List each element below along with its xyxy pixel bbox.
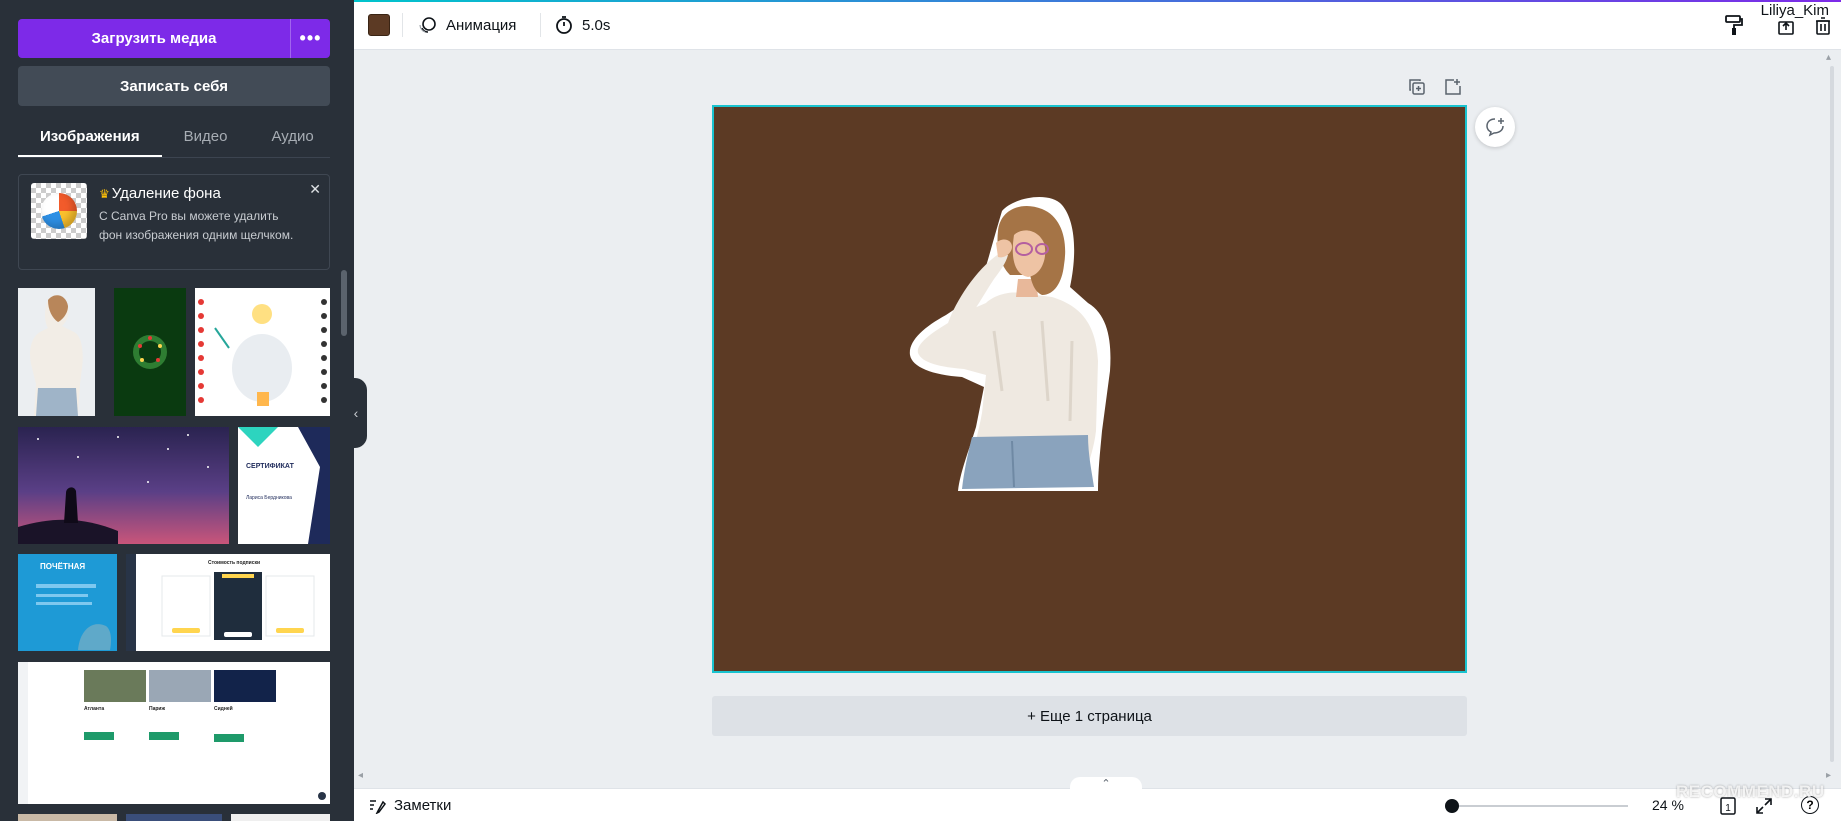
animation-button[interactable]: Анимация — [418, 13, 516, 37]
thumbnail-partial-2[interactable] — [126, 814, 222, 821]
side-panel-scrollbar[interactable] — [341, 270, 347, 336]
design-page[interactable] — [712, 105, 1467, 673]
duplicate-page-icon[interactable] — [1408, 78, 1426, 101]
notes-button[interactable]: Заметки — [368, 796, 451, 814]
thumbnail-infographic[interactable] — [195, 288, 330, 416]
city-label-atlanta: Атланта — [84, 706, 105, 712]
share-upload-icon[interactable] — [1777, 17, 1795, 40]
thumbnail-wreath[interactable] — [114, 288, 186, 416]
stopwatch-icon — [556, 16, 572, 34]
show-pages-button[interactable]: ⌃ — [1070, 777, 1142, 791]
toolbar-accent-line — [354, 0, 1841, 2]
comment-icon — [1486, 118, 1504, 137]
promo-title: Удаление фона — [111, 185, 221, 202]
thumbnail-partial-1[interactable] — [18, 814, 117, 821]
add-page-button[interactable]: + Еще 1 страница — [712, 696, 1467, 736]
notes-label: Заметки — [394, 796, 452, 814]
toolbar-divider — [402, 13, 403, 37]
background-color-swatch[interactable] — [368, 14, 390, 36]
upload-more-button[interactable]: ••• — [290, 19, 330, 58]
crown-icon: ♛ — [99, 187, 110, 201]
vertical-scrollbar[interactable] — [1830, 66, 1834, 762]
tabs-divider — [18, 157, 330, 158]
page-count-number: 1 — [1725, 803, 1731, 814]
top-toolbar: Анимация 5.0s Liliya_Kim — [354, 0, 1841, 50]
user-name: Liliya_Kim — [1760, 2, 1829, 19]
tab-images[interactable]: Изображения — [18, 118, 162, 157]
timing-button[interactable]: 5.0s — [554, 13, 610, 37]
tab-audio[interactable]: Аудио — [249, 118, 335, 157]
timing-label: 5.0s — [582, 16, 611, 34]
notes-icon — [370, 800, 386, 814]
bottom-bar: ⌃ Заметки 24 % 1 ? — [354, 777, 1841, 821]
scroll-right-arrow[interactable]: ▸ — [1826, 770, 1831, 781]
scroll-left-arrow[interactable]: ◂ — [358, 770, 363, 781]
city-label-paris: Париж — [149, 706, 166, 712]
thumbnail-honor-poster[interactable]: ПОЧЁТНАЯ — [18, 554, 117, 651]
promo-title-row: ♛ Удаление фона — [99, 185, 221, 202]
thumbnail-girl-cutout[interactable] — [18, 288, 95, 416]
trash-icon[interactable] — [1815, 17, 1831, 40]
thumbnail-pricing[interactable]: Стоимость подписки — [126, 554, 330, 651]
toolbar-divider — [540, 13, 541, 37]
tab-video[interactable]: Видео — [162, 118, 250, 157]
paint-roller-icon[interactable] — [1723, 14, 1745, 41]
add-page-icon[interactable] — [1444, 78, 1462, 101]
add-comment-button[interactable] — [1475, 107, 1515, 147]
animation-icon — [419, 17, 436, 33]
close-icon[interactable]: ✕ — [309, 181, 321, 198]
city-label-sydney: Сидней — [214, 706, 233, 712]
chevron-left-icon: ‹ — [353, 405, 359, 421]
chevron-up-icon: ⌃ — [1101, 778, 1111, 790]
watermark-text: RECOMMEND.RU — [1676, 782, 1825, 801]
zoom-slider-track[interactable] — [1452, 805, 1628, 807]
thumbnail-travel-site[interactable]: Атланта Париж Сидней — [18, 662, 330, 804]
thumbnail-partial-3[interactable] — [231, 814, 330, 821]
record-yourself-button[interactable]: Записать себя — [18, 66, 330, 106]
beach-ball-image — [41, 193, 77, 229]
background-remover-promo[interactable]: ♛ Удаление фона С Canva Pro вы можете уда… — [18, 174, 330, 270]
zoom-slider-handle[interactable] — [1445, 799, 1459, 813]
girl-cutout-image[interactable] — [902, 191, 1127, 491]
upload-media-group: Загрузить медиа ••• — [18, 19, 330, 58]
collapse-panel-button[interactable]: ‹ — [345, 378, 367, 448]
thumbnail-night-sky[interactable] — [18, 427, 229, 544]
scroll-up-arrow[interactable]: ▴ — [1826, 52, 1831, 63]
upload-media-button[interactable]: Загрузить медиа — [18, 19, 290, 58]
media-tabs: Изображения Видео Аудио — [18, 118, 330, 158]
certificate-name: Лариса Бердникова — [246, 495, 292, 501]
thumbnail-certificate[interactable]: СЕРТИФИКАТ Лариса Бердникова — [238, 427, 330, 544]
animation-label: Анимация — [446, 16, 517, 34]
certificate-title: СЕРТИФИКАТ — [246, 463, 294, 470]
promo-thumbnail — [31, 183, 87, 239]
promo-text: С Canva Pro вы можете удалить фон изобра… — [99, 209, 294, 242]
side-panel: Загрузить медиа ••• Записать себя Изобра… — [0, 0, 354, 821]
